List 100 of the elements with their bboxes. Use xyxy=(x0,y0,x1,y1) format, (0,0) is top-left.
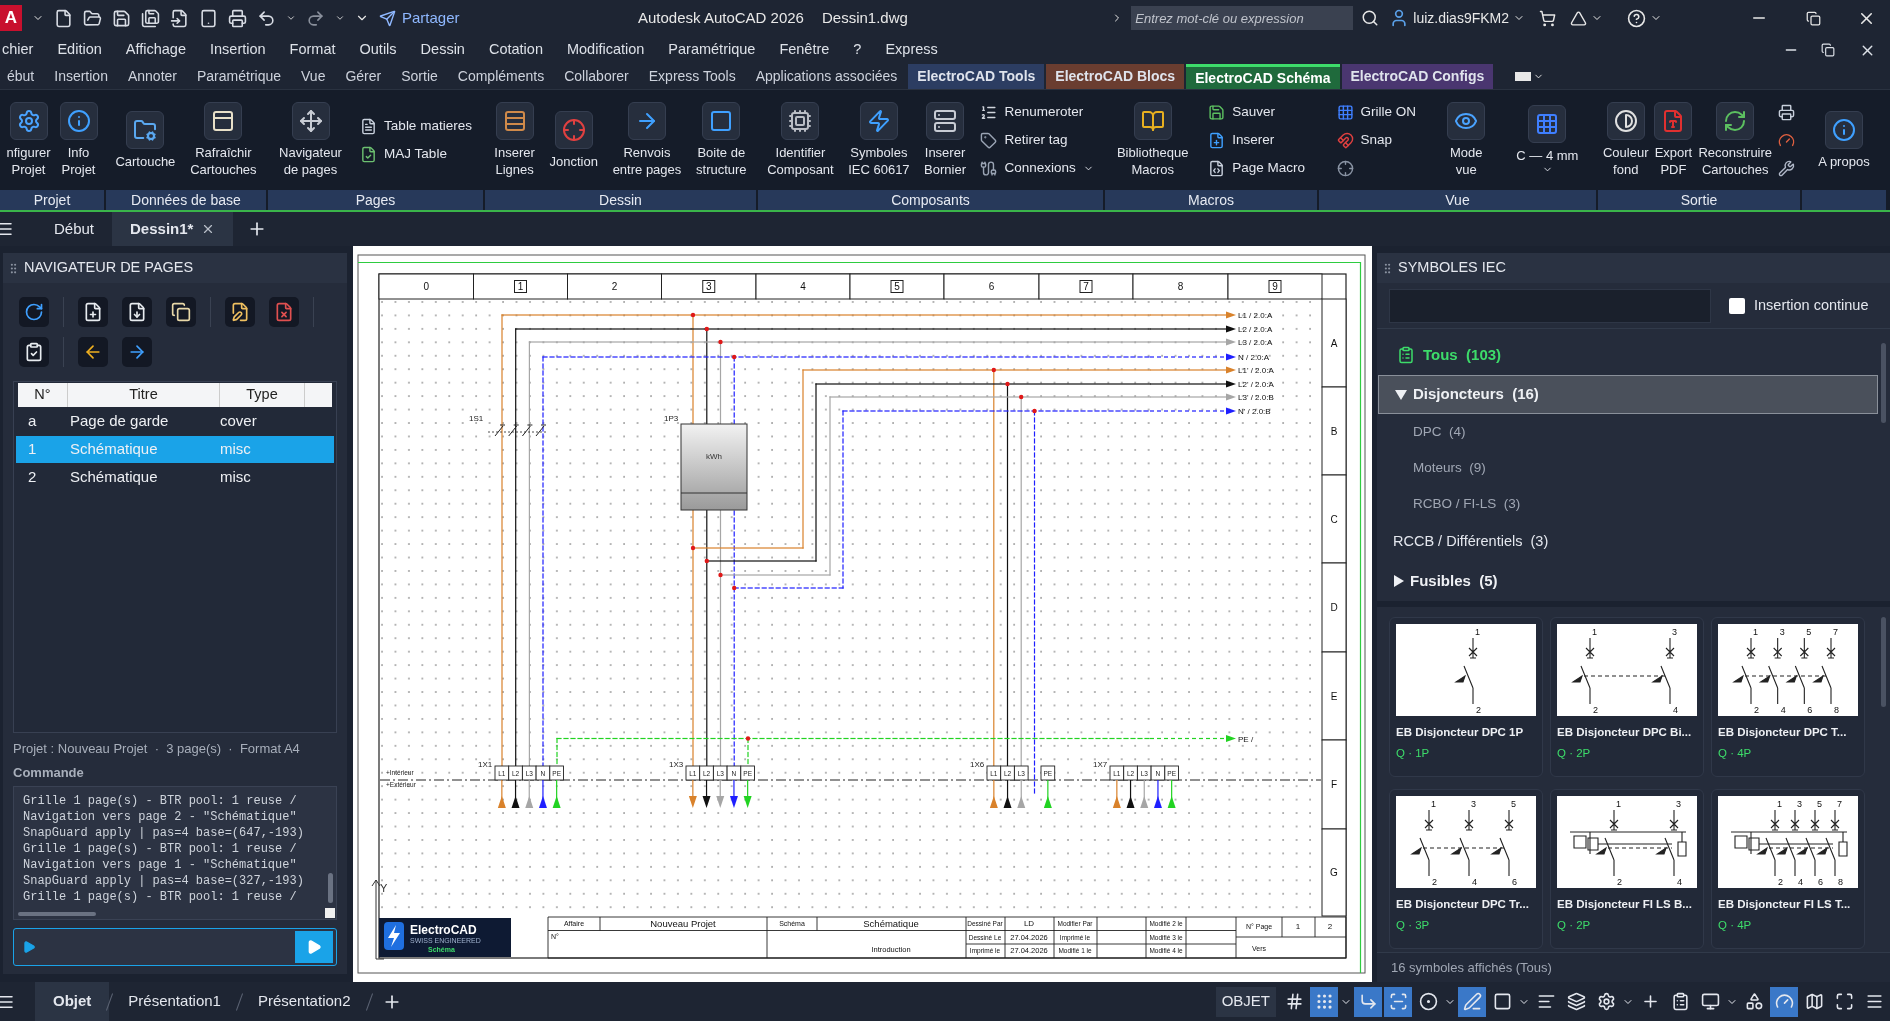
ribbon-small-button[interactable]: Retirer tag xyxy=(980,129,1094,151)
ribbon-tab[interactable]: Collaborer xyxy=(555,64,638,89)
tree-item[interactable]: DPC (4) xyxy=(1377,414,1890,451)
cart-icon[interactable] xyxy=(1539,9,1556,27)
caret-icon[interactable] xyxy=(335,13,345,23)
column-header[interactable]: N° xyxy=(18,383,68,407)
ribbon-small-button[interactable]: MAJ Table xyxy=(360,143,472,165)
ribbon-button[interactable]: A propos xyxy=(1818,110,1870,170)
tree-item[interactable]: Fusibles (5) xyxy=(1378,561,1878,601)
ribbon-button[interactable]: Rafraîchir Cartouches xyxy=(190,102,257,178)
menu-item[interactable]: Paramétrique xyxy=(668,39,756,61)
ribbon-button[interactable]: Export PDF xyxy=(1654,102,1693,178)
scrollbar-thumb[interactable] xyxy=(328,873,333,903)
document-tab[interactable]: Dessin1* xyxy=(112,212,234,246)
ribbon-tab[interactable]: Express Tools xyxy=(639,64,745,89)
printer-icon[interactable] xyxy=(228,8,247,28)
share-button[interactable]: Partager xyxy=(379,6,460,30)
layout-tab[interactable]: Présentation2 xyxy=(239,982,369,1021)
ribbon-tab[interactable]: Gérer xyxy=(336,64,391,89)
menu-icon[interactable] xyxy=(0,220,14,238)
menu-item[interactable]: Fenêtre xyxy=(779,39,830,61)
menu-item[interactable]: Format xyxy=(289,39,336,61)
column-header[interactable]: Titre xyxy=(68,383,220,407)
open-folder-icon[interactable] xyxy=(83,8,102,28)
restore-icon[interactable] xyxy=(1821,43,1835,57)
file-import-icon[interactable] xyxy=(170,8,189,28)
help-icon[interactable] xyxy=(1627,8,1646,28)
device-icon[interactable] xyxy=(199,8,218,28)
page-row[interactable]: 2 Schématique misc xyxy=(16,464,334,491)
refresh-icon[interactable] xyxy=(19,297,49,327)
restore-icon[interactable] xyxy=(1806,10,1821,26)
ribbon-tab[interactable]: Sortie xyxy=(392,64,447,89)
save-icon[interactable] xyxy=(112,8,131,28)
ribbon-small-button[interactable]: Inserer xyxy=(1208,129,1306,151)
caret-icon[interactable] xyxy=(286,13,296,23)
ribbon-button[interactable]: Mode vue xyxy=(1447,102,1486,178)
menu-item[interactable]: Cotation xyxy=(488,39,543,61)
ribbon-tab[interactable]: ElectroCAD Tools xyxy=(908,64,1045,89)
copy-icon[interactable] xyxy=(166,297,196,327)
import-page-icon[interactable] xyxy=(122,297,152,327)
ribbon-button[interactable]: Symboles IEC 60617 xyxy=(848,102,910,178)
ribbon-button[interactable]: Jonction xyxy=(549,110,598,170)
undo-icon[interactable] xyxy=(257,8,276,28)
ribbon-small-button[interactable]: Sauver xyxy=(1208,101,1306,123)
new-file-icon[interactable] xyxy=(54,8,73,28)
tree-item[interactable]: Tous (103) xyxy=(1377,335,1890,375)
symbol-card[interactable]: 1 3 2 4 EB Disjoncteur FI LS B... Q · 2P xyxy=(1550,789,1704,949)
ribbon-button[interactable]: C — 4 mm xyxy=(1516,105,1579,175)
ribbon-button[interactable]: Boite de structure xyxy=(696,102,747,178)
document-icon[interactable] xyxy=(19,337,49,367)
ribbon-small-button[interactable]: Connexions xyxy=(980,157,1094,179)
snap-icon[interactable] xyxy=(1310,986,1338,1017)
ribbon-button[interactable]: Reconstruire Cartouches xyxy=(1698,102,1773,178)
ribbon-button[interactable]: Info Projet xyxy=(59,102,98,178)
ribbon-tab[interactable]: ElectroCAD Configs xyxy=(1341,64,1494,89)
ribbon-tab[interactable]: Annoter xyxy=(118,64,186,89)
add-page-icon[interactable] xyxy=(78,297,108,327)
document-tab[interactable]: Début xyxy=(36,212,113,246)
ribbon-tab[interactable]: Paramétrique xyxy=(188,64,291,89)
panel-toggle-icon[interactable] xyxy=(1515,72,1532,81)
ribbon-small-button[interactable]: Renumeroter xyxy=(980,101,1094,123)
ribbon-small-button[interactable]: Grille ON xyxy=(1336,101,1417,123)
scrollbar-thumb[interactable] xyxy=(18,912,96,916)
run-button[interactable] xyxy=(295,931,333,963)
edit-icon[interactable] xyxy=(225,297,255,327)
layout-tab[interactable]: Présentation1 xyxy=(110,982,239,1021)
menu-item[interactable]: Insertion xyxy=(210,39,266,61)
layout-tab[interactable]: Objet xyxy=(35,982,110,1021)
menu-item[interactable]: Dessin xyxy=(420,39,465,61)
search-field[interactable]: Entrez mot-clé ou expression xyxy=(1131,6,1354,30)
menu-item[interactable]: Outils xyxy=(359,39,397,61)
ribbon-button[interactable]: Renvois entre pages xyxy=(612,102,682,178)
ribbon-button[interactable]: Inserer Lignes xyxy=(494,102,535,178)
menu-item[interactable]: Express xyxy=(885,39,938,61)
symbol-card[interactable]: 1 3 5 7 2 4 6 8 EB Disjoncteur FI LS T... Q · 4P xyxy=(1711,789,1865,949)
triangle-icon[interactable] xyxy=(1570,9,1587,27)
menu-item[interactable]: chier xyxy=(2,39,34,61)
symbol-card[interactable]: 1 3 5 7 2 4 6 8 EB Disjoncteur DPC T... Q · 4P xyxy=(1711,617,1865,777)
checkbox[interactable] xyxy=(1729,297,1745,314)
menu-item[interactable]: Edition xyxy=(57,39,102,61)
tree-item[interactable]: Disjoncteurs (16) xyxy=(1378,374,1878,415)
ribbon-small-button[interactable]: Page Macro xyxy=(1208,157,1306,179)
scrollbar-thumb[interactable] xyxy=(1881,617,1886,707)
tree-item[interactable]: RCCB / Différentiels (3) xyxy=(1377,521,1890,562)
user-name[interactable]: luiz.dias9FKM2 xyxy=(1413,7,1509,29)
ribbon-small-button[interactable]: Snap xyxy=(1336,129,1417,151)
menu-item[interactable]: ? xyxy=(853,39,862,61)
ribbon-button[interactable]: Couleur fond xyxy=(1602,102,1649,178)
page-row[interactable]: a Page de garde cover xyxy=(16,408,334,435)
ribbon-tab[interactable]: ElectroCAD Schéma xyxy=(1186,64,1340,89)
ribbon-button[interactable]: Bibliotheque Macros xyxy=(1116,102,1189,178)
save-as-icon[interactable] xyxy=(141,8,160,28)
ribbon-tab[interactable]: Insertion xyxy=(45,64,117,89)
ribbon-tab[interactable]: ElectroCAD Blocs xyxy=(1046,64,1185,89)
symbol-card[interactable]: 1 3 5 2 4 6 EB Disjoncteur DPC Tr... Q · 3P xyxy=(1389,789,1543,949)
ribbon-tab[interactable]: Applications associées xyxy=(746,64,907,89)
symbol-card[interactable]: 1 3 2 4 EB Disjoncteur DPC Bi... Q · 2P xyxy=(1550,617,1704,777)
app-logo[interactable]: A xyxy=(0,5,22,31)
menu-item[interactable]: Affichage xyxy=(125,39,186,61)
ribbon-tab[interactable]: Vue xyxy=(292,64,335,89)
